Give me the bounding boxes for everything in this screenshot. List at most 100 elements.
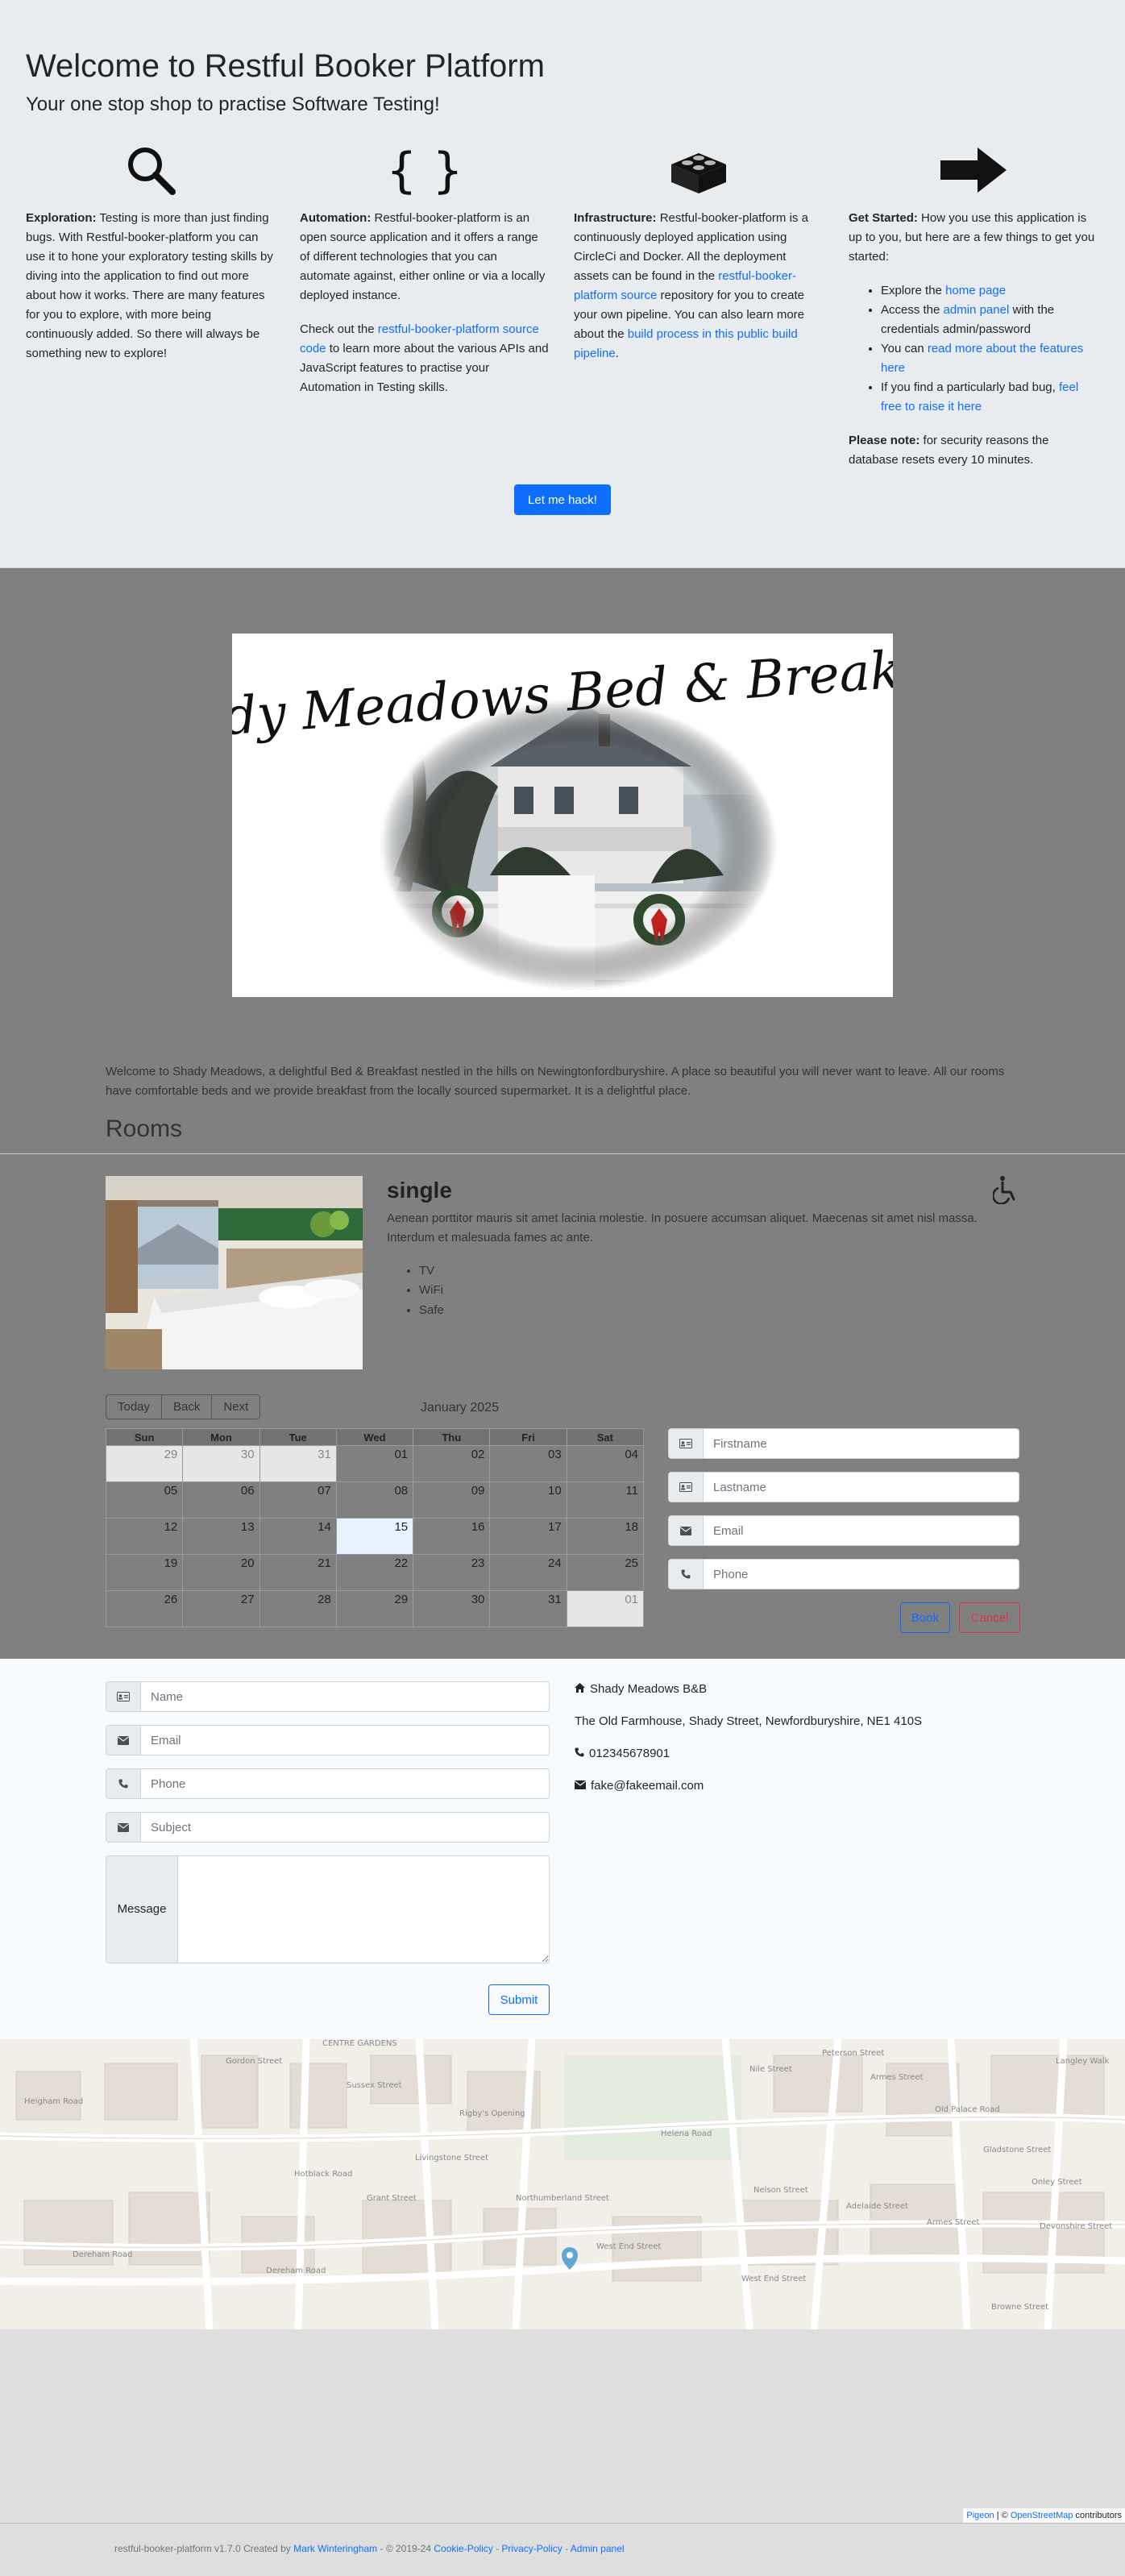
calendar-day-cell[interactable]: 11: [566, 1481, 645, 1519]
envelope-icon: [668, 1515, 704, 1546]
lastname-input[interactable]: [704, 1472, 1019, 1502]
room-feature: Safe: [419, 1301, 444, 1320]
calendar-week-row: 26 27 28 29 30 31 01: [105, 1590, 645, 1627]
cookie-policy-link[interactable]: Cookie-Policy: [434, 2543, 492, 2554]
calendar-day-cell[interactable]: 30: [413, 1590, 491, 1627]
calendar-day-cell[interactable]: 24: [489, 1554, 567, 1591]
booking-phone-input[interactable]: [704, 1559, 1019, 1589]
map-label: Gordon Street: [226, 2057, 282, 2066]
id-card-icon: [668, 1472, 704, 1502]
contact-phone-input[interactable]: [141, 1768, 550, 1799]
cancel-button[interactable]: Cancel: [959, 1602, 1020, 1633]
list-item: If you find a particularly bad bug, feel…: [881, 378, 1098, 417]
weekday-header: Sun: [105, 1428, 184, 1446]
next-button[interactable]: Next: [212, 1394, 261, 1419]
get-started-column: Get Started: How you use this applicatio…: [849, 141, 1098, 484]
calendar-day-cell[interactable]: 15: [335, 1518, 414, 1555]
calendar-day-cell[interactable]: 02: [413, 1445, 491, 1482]
calendar-day-cell[interactable]: 19: [105, 1554, 184, 1591]
email-line: fake@fakeemail.com: [575, 1776, 704, 1796]
calendar-day-cell[interactable]: 12: [105, 1518, 184, 1555]
contact-subject-input[interactable]: [141, 1812, 550, 1843]
calendar-day-cell[interactable]: 13: [182, 1518, 260, 1555]
calendar-day-cell[interactable]: 04: [566, 1445, 645, 1482]
calendar-day-cell[interactable]: 28: [259, 1590, 337, 1627]
business-name: Shady Meadows B&B: [590, 1682, 708, 1696]
calendar-day-cell[interactable]: 06: [182, 1481, 260, 1519]
infrastructure-column: Infrastructure: Restful-booker-platform …: [574, 141, 824, 378]
openstreetmap-link[interactable]: OpenStreetMap: [1011, 2511, 1073, 2520]
divider: [0, 1153, 1125, 1154]
contact-email-input[interactable]: [141, 1725, 550, 1755]
contact-phone-group: [106, 1768, 550, 1799]
calendar-day-cell[interactable]: 20: [182, 1554, 260, 1591]
calendar-day-cell[interactable]: 18: [566, 1518, 645, 1555]
calendar-day-cell[interactable]: 17: [489, 1518, 567, 1555]
map-label: Helena Road: [661, 2129, 712, 2138]
admin-panel-link[interactable]: admin panel: [944, 303, 1010, 317]
calendar-day-cell[interactable]: 03: [489, 1445, 567, 1482]
envelope-icon: [106, 1812, 141, 1843]
booking-email-input[interactable]: [704, 1515, 1019, 1546]
calendar-day-cell[interactable]: 22: [335, 1554, 414, 1591]
calendar-day-cell[interactable]: 14: [259, 1518, 337, 1555]
list-item-text: You can: [881, 342, 924, 355]
calendar-day-cell[interactable]: 25: [566, 1554, 645, 1591]
contact-name-input[interactable]: [141, 1681, 550, 1712]
calendar-day-cell[interactable]: 05: [105, 1481, 184, 1519]
today-button[interactable]: Today: [106, 1394, 163, 1419]
weekday-header: Mon: [182, 1428, 260, 1446]
home-page-link[interactable]: home page: [945, 284, 1006, 297]
admin-panel-footer-link[interactable]: Admin panel: [571, 2543, 625, 2554]
contact-message-input[interactable]: [178, 1855, 550, 1963]
calendar-day-cell[interactable]: 10: [489, 1481, 567, 1519]
calendar-day-cell[interactable]: 31: [489, 1590, 567, 1627]
map-label: Old Palace Road: [935, 2105, 1000, 2114]
room-image: [106, 1176, 363, 1369]
map-label: West End Street: [741, 2275, 806, 2283]
calendar-day-cell[interactable]: 27: [182, 1590, 260, 1627]
calendar-day-cell[interactable]: 08: [335, 1481, 414, 1519]
calendar-day-cell[interactable]: 21: [259, 1554, 337, 1591]
calendar-day-cell[interactable]: 01: [566, 1590, 645, 1627]
footer: restful-booker-platform v1.7.0 Created b…: [0, 2523, 1125, 2576]
contact-email-group: [106, 1725, 550, 1755]
let-me-hack-button[interactable]: Let me hack!: [514, 484, 611, 515]
location-map[interactable]: CENTRE GARDENS Dereham Road Dereham Road…: [0, 2039, 1125, 2329]
map-label: Sussex Street: [347, 2081, 402, 2090]
pigeon-link[interactable]: Pigeon: [966, 2511, 994, 2520]
calendar-day-cell[interactable]: 31: [259, 1445, 337, 1482]
calendar-day-cell[interactable]: 07: [259, 1481, 337, 1519]
calendar-day-cell[interactable]: 09: [413, 1481, 491, 1519]
exploration-heading: Exploration:: [26, 211, 97, 225]
phone-icon: [668, 1559, 704, 1589]
intro-jumbotron: Welcome to Restful Booker Platform Your …: [0, 0, 1125, 568]
book-button[interactable]: Book: [900, 1602, 950, 1633]
weekday-header: Tue: [259, 1428, 337, 1446]
calendar-day-cell[interactable]: 29: [335, 1590, 414, 1627]
map-attribution: Pigeon | © OpenStreetMap contributors: [963, 2508, 1125, 2523]
phone-icon: [106, 1768, 141, 1799]
weekday-header: Sat: [566, 1428, 645, 1446]
automation-text-2: Check out the: [300, 322, 375, 336]
calendar-day-cell[interactable]: 01: [335, 1445, 414, 1482]
room-feature: TV: [419, 1261, 444, 1281]
map-label: Browne Street: [991, 2303, 1048, 2312]
calendar-day-cell[interactable]: 30: [182, 1445, 260, 1482]
calendar-day-cell[interactable]: 23: [413, 1554, 491, 1591]
author-link[interactable]: Mark Winteringham: [293, 2543, 377, 2554]
calendar-day-cell[interactable]: 26: [105, 1590, 184, 1627]
weekday-header: Wed: [335, 1428, 414, 1446]
id-card-icon: [668, 1428, 704, 1459]
calendar-day-cell[interactable]: 29: [105, 1445, 184, 1482]
privacy-policy-link[interactable]: Privacy-Policy: [501, 2543, 562, 2554]
back-button[interactable]: Back: [162, 1394, 213, 1419]
map-label: Nelson Street: [753, 2186, 808, 2195]
id-card-icon: [106, 1681, 141, 1712]
lastname-group: [668, 1472, 1019, 1502]
firstname-input[interactable]: [704, 1428, 1019, 1459]
get-started-list: Explore the home page Access the admin p…: [881, 281, 1098, 417]
calendar-week-row: 12 13 14 15 16 17 18: [105, 1518, 645, 1555]
calendar-day-cell[interactable]: 16: [413, 1518, 491, 1555]
submit-button[interactable]: Submit: [488, 1984, 550, 2015]
